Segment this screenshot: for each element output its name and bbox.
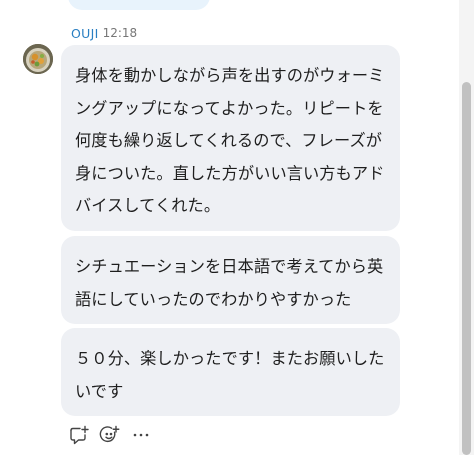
add-reaction-button[interactable]	[99, 424, 121, 446]
avatar-image	[23, 44, 53, 74]
sender-name[interactable]: OUJI	[71, 26, 99, 41]
previous-message-bubble	[68, 0, 210, 10]
comment-plus-icon	[70, 425, 89, 445]
sender-avatar[interactable]	[23, 44, 53, 74]
vertical-scrollbar[interactable]	[459, 0, 474, 455]
more-options-button[interactable]	[130, 424, 152, 446]
ellipsis-icon	[133, 433, 149, 437]
message-text: シチュエーションを日本語で考えてから英語にしていったのでわかりやすかった	[75, 257, 384, 309]
message-header: OUJI 12:18	[71, 24, 137, 42]
message-bubble[interactable]: シチュエーションを日本語で考えてから英語にしていったのでわかりやすかった	[61, 236, 400, 324]
scrollbar-thumb[interactable]	[462, 82, 471, 455]
message-timestamp: 12:18	[102, 26, 138, 40]
message-bubble[interactable]: 身体を動かしながら声を出すのがウォーミングアップになってよかった。リピートを何度…	[61, 45, 400, 231]
reply-button[interactable]	[68, 424, 90, 446]
emoji-plus-icon	[99, 425, 120, 443]
message-text: 身体を動かしながら声を出すのがウォーミングアップになってよかった。リピートを何度…	[75, 66, 385, 215]
message-text: ５０分、楽しかったです！またお願いしたいです	[75, 349, 385, 401]
message-actions	[68, 424, 152, 446]
message-bubble[interactable]: ５０分、楽しかったです！またお願いしたいです	[61, 328, 400, 416]
chat-viewport: OUJI 12:18 身体を動かしながら声を出すのがウォーミングアップになってよ…	[0, 0, 474, 455]
